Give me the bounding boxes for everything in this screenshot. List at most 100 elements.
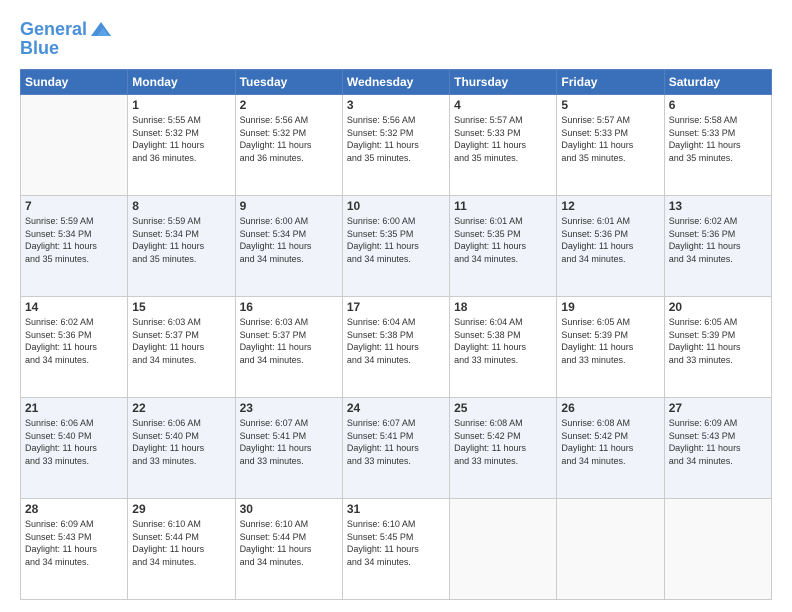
day-info: Sunrise: 6:07 AM Sunset: 5:41 PM Dayligh… — [240, 417, 338, 467]
day-info: Sunrise: 6:01 AM Sunset: 5:36 PM Dayligh… — [561, 215, 659, 265]
day-info: Sunrise: 6:08 AM Sunset: 5:42 PM Dayligh… — [561, 417, 659, 467]
day-number: 16 — [240, 300, 338, 314]
day-info: Sunrise: 6:01 AM Sunset: 5:35 PM Dayligh… — [454, 215, 552, 265]
logo-icon — [89, 18, 113, 42]
day-number: 30 — [240, 502, 338, 516]
day-info: Sunrise: 6:06 AM Sunset: 5:40 PM Dayligh… — [25, 417, 123, 467]
day-number: 12 — [561, 199, 659, 213]
day-number: 8 — [132, 199, 230, 213]
day-info: Sunrise: 5:58 AM Sunset: 5:33 PM Dayligh… — [669, 114, 767, 164]
day-number: 21 — [25, 401, 123, 415]
calendar-cell: 18 Sunrise: 6:04 AM Sunset: 5:38 PM Dayli… — [450, 297, 557, 398]
calendar-week-3: 14Sunrise: 6:02 AM Sunset: 5:36 PM Dayli… — [21, 297, 772, 398]
calendar-cell: 8Sunrise: 5:59 AM Sunset: 5:34 PM Daylig… — [128, 196, 235, 297]
calendar-cell: 15 Sunrise: 6:03 AM Sunset: 5:37 PM Dayli… — [128, 297, 235, 398]
weekday-header-thursday: Thursday — [450, 70, 557, 95]
calendar-cell: 21 Sunrise: 6:06 AM Sunset: 5:40 PM Dayli… — [21, 398, 128, 499]
day-info: Sunrise: 5:57 AM Sunset: 5:33 PM Dayligh… — [561, 114, 659, 164]
day-info: Sunrise: 6:05 AM Sunset: 5:39 PM Dayligh… — [561, 316, 659, 366]
day-number: 24 — [347, 401, 445, 415]
calendar-cell: 23 Sunrise: 6:07 AM Sunset: 5:41 PM Dayli… — [235, 398, 342, 499]
calendar-cell — [450, 499, 557, 600]
calendar-cell: 13 Sunrise: 6:02 AM Sunset: 5:36 PM Dayli… — [664, 196, 771, 297]
calendar-cell: 16 Sunrise: 6:03 AM Sunset: 5:37 PM Dayli… — [235, 297, 342, 398]
day-info: Sunrise: 6:03 AM Sunset: 5:37 PM Dayligh… — [240, 316, 338, 366]
day-info: Sunrise: 6:04 AM Sunset: 5:38 PM Dayligh… — [454, 316, 552, 366]
day-number: 26 — [561, 401, 659, 415]
day-number: 5 — [561, 98, 659, 112]
day-info: Sunrise: 6:08 AM Sunset: 5:42 PM Dayligh… — [454, 417, 552, 467]
day-number: 10 — [347, 199, 445, 213]
day-info: Sunrise: 6:09 AM Sunset: 5:43 PM Dayligh… — [669, 417, 767, 467]
calendar-cell: 29Sunrise: 6:10 AM Sunset: 5:44 PM Dayli… — [128, 499, 235, 600]
weekday-header-row: SundayMondayTuesdayWednesdayThursdayFrid… — [21, 70, 772, 95]
day-number: 18 — [454, 300, 552, 314]
calendar-cell: 25 Sunrise: 6:08 AM Sunset: 5:42 PM Dayli… — [450, 398, 557, 499]
day-number: 28 — [25, 502, 123, 516]
calendar-cell: 14Sunrise: 6:02 AM Sunset: 5:36 PM Dayli… — [21, 297, 128, 398]
logo: General Blue — [20, 18, 113, 59]
day-info: Sunrise: 5:56 AM Sunset: 5:32 PM Dayligh… — [347, 114, 445, 164]
weekday-header-wednesday: Wednesday — [342, 70, 449, 95]
calendar-cell: 2Sunrise: 5:56 AM Sunset: 5:32 PM Daylig… — [235, 95, 342, 196]
day-number: 25 — [454, 401, 552, 415]
day-info: Sunrise: 6:10 AM Sunset: 5:44 PM Dayligh… — [240, 518, 338, 568]
calendar-cell: 7 Sunrise: 5:59 AM Sunset: 5:34 PM Daylig… — [21, 196, 128, 297]
day-info: Sunrise: 5:56 AM Sunset: 5:32 PM Dayligh… — [240, 114, 338, 164]
day-number: 20 — [669, 300, 767, 314]
day-number: 6 — [669, 98, 767, 112]
day-info: Sunrise: 6:10 AM Sunset: 5:44 PM Dayligh… — [132, 518, 230, 568]
calendar-cell: 24 Sunrise: 6:07 AM Sunset: 5:41 PM Dayli… — [342, 398, 449, 499]
calendar-cell: 12 Sunrise: 6:01 AM Sunset: 5:36 PM Dayli… — [557, 196, 664, 297]
day-info: Sunrise: 6:05 AM Sunset: 5:39 PM Dayligh… — [669, 316, 767, 366]
day-info: Sunrise: 6:07 AM Sunset: 5:41 PM Dayligh… — [347, 417, 445, 467]
weekday-header-saturday: Saturday — [664, 70, 771, 95]
day-info: Sunrise: 5:59 AM Sunset: 5:34 PM Dayligh… — [25, 215, 123, 265]
calendar-cell: 26 Sunrise: 6:08 AM Sunset: 5:42 PM Dayli… — [557, 398, 664, 499]
day-info: Sunrise: 6:00 AM Sunset: 5:34 PM Dayligh… — [240, 215, 338, 265]
day-info: Sunrise: 6:09 AM Sunset: 5:43 PM Dayligh… — [25, 518, 123, 568]
day-info: Sunrise: 6:04 AM Sunset: 5:38 PM Dayligh… — [347, 316, 445, 366]
day-number: 11 — [454, 199, 552, 213]
day-number: 22 — [132, 401, 230, 415]
calendar-cell: 6 Sunrise: 5:58 AM Sunset: 5:33 PM Daylig… — [664, 95, 771, 196]
day-number: 9 — [240, 199, 338, 213]
calendar-cell: 28 Sunrise: 6:09 AM Sunset: 5:43 PM Dayli… — [21, 499, 128, 600]
calendar-cell: 1Sunrise: 5:55 AM Sunset: 5:32 PM Daylig… — [128, 95, 235, 196]
day-number: 23 — [240, 401, 338, 415]
day-number: 7 — [25, 199, 123, 213]
day-number: 4 — [454, 98, 552, 112]
header: General Blue — [20, 18, 772, 59]
calendar-week-1: 1Sunrise: 5:55 AM Sunset: 5:32 PM Daylig… — [21, 95, 772, 196]
calendar-week-2: 7 Sunrise: 5:59 AM Sunset: 5:34 PM Daylig… — [21, 196, 772, 297]
day-number: 19 — [561, 300, 659, 314]
day-number: 1 — [132, 98, 230, 112]
day-info: Sunrise: 6:03 AM Sunset: 5:37 PM Dayligh… — [132, 316, 230, 366]
weekday-header-monday: Monday — [128, 70, 235, 95]
calendar-cell: 5 Sunrise: 5:57 AM Sunset: 5:33 PM Daylig… — [557, 95, 664, 196]
page: General Blue SundayMondayTuesdayWednesda… — [0, 0, 792, 612]
day-number: 31 — [347, 502, 445, 516]
day-number: 13 — [669, 199, 767, 213]
logo-text: General — [20, 20, 87, 40]
calendar-week-5: 28 Sunrise: 6:09 AM Sunset: 5:43 PM Dayli… — [21, 499, 772, 600]
day-info: Sunrise: 6:00 AM Sunset: 5:35 PM Dayligh… — [347, 215, 445, 265]
calendar-cell: 3Sunrise: 5:56 AM Sunset: 5:32 PM Daylig… — [342, 95, 449, 196]
weekday-header-tuesday: Tuesday — [235, 70, 342, 95]
calendar-cell: 30 Sunrise: 6:10 AM Sunset: 5:44 PM Dayli… — [235, 499, 342, 600]
day-info: Sunrise: 6:10 AM Sunset: 5:45 PM Dayligh… — [347, 518, 445, 568]
day-info: Sunrise: 6:02 AM Sunset: 5:36 PM Dayligh… — [669, 215, 767, 265]
day-info: Sunrise: 5:57 AM Sunset: 5:33 PM Dayligh… — [454, 114, 552, 164]
weekday-header-friday: Friday — [557, 70, 664, 95]
calendar-cell: 4 Sunrise: 5:57 AM Sunset: 5:33 PM Daylig… — [450, 95, 557, 196]
calendar-cell: 27Sunrise: 6:09 AM Sunset: 5:43 PM Dayli… — [664, 398, 771, 499]
calendar-cell — [21, 95, 128, 196]
weekday-header-sunday: Sunday — [21, 70, 128, 95]
calendar-cell: 20 Sunrise: 6:05 AM Sunset: 5:39 PM Dayli… — [664, 297, 771, 398]
calendar-cell: 11 Sunrise: 6:01 AM Sunset: 5:35 PM Dayli… — [450, 196, 557, 297]
calendar-cell: 22Sunrise: 6:06 AM Sunset: 5:40 PM Dayli… — [128, 398, 235, 499]
calendar-cell: 9 Sunrise: 6:00 AM Sunset: 5:34 PM Daylig… — [235, 196, 342, 297]
calendar-cell — [664, 499, 771, 600]
day-number: 15 — [132, 300, 230, 314]
calendar-cell: 17Sunrise: 6:04 AM Sunset: 5:38 PM Dayli… — [342, 297, 449, 398]
